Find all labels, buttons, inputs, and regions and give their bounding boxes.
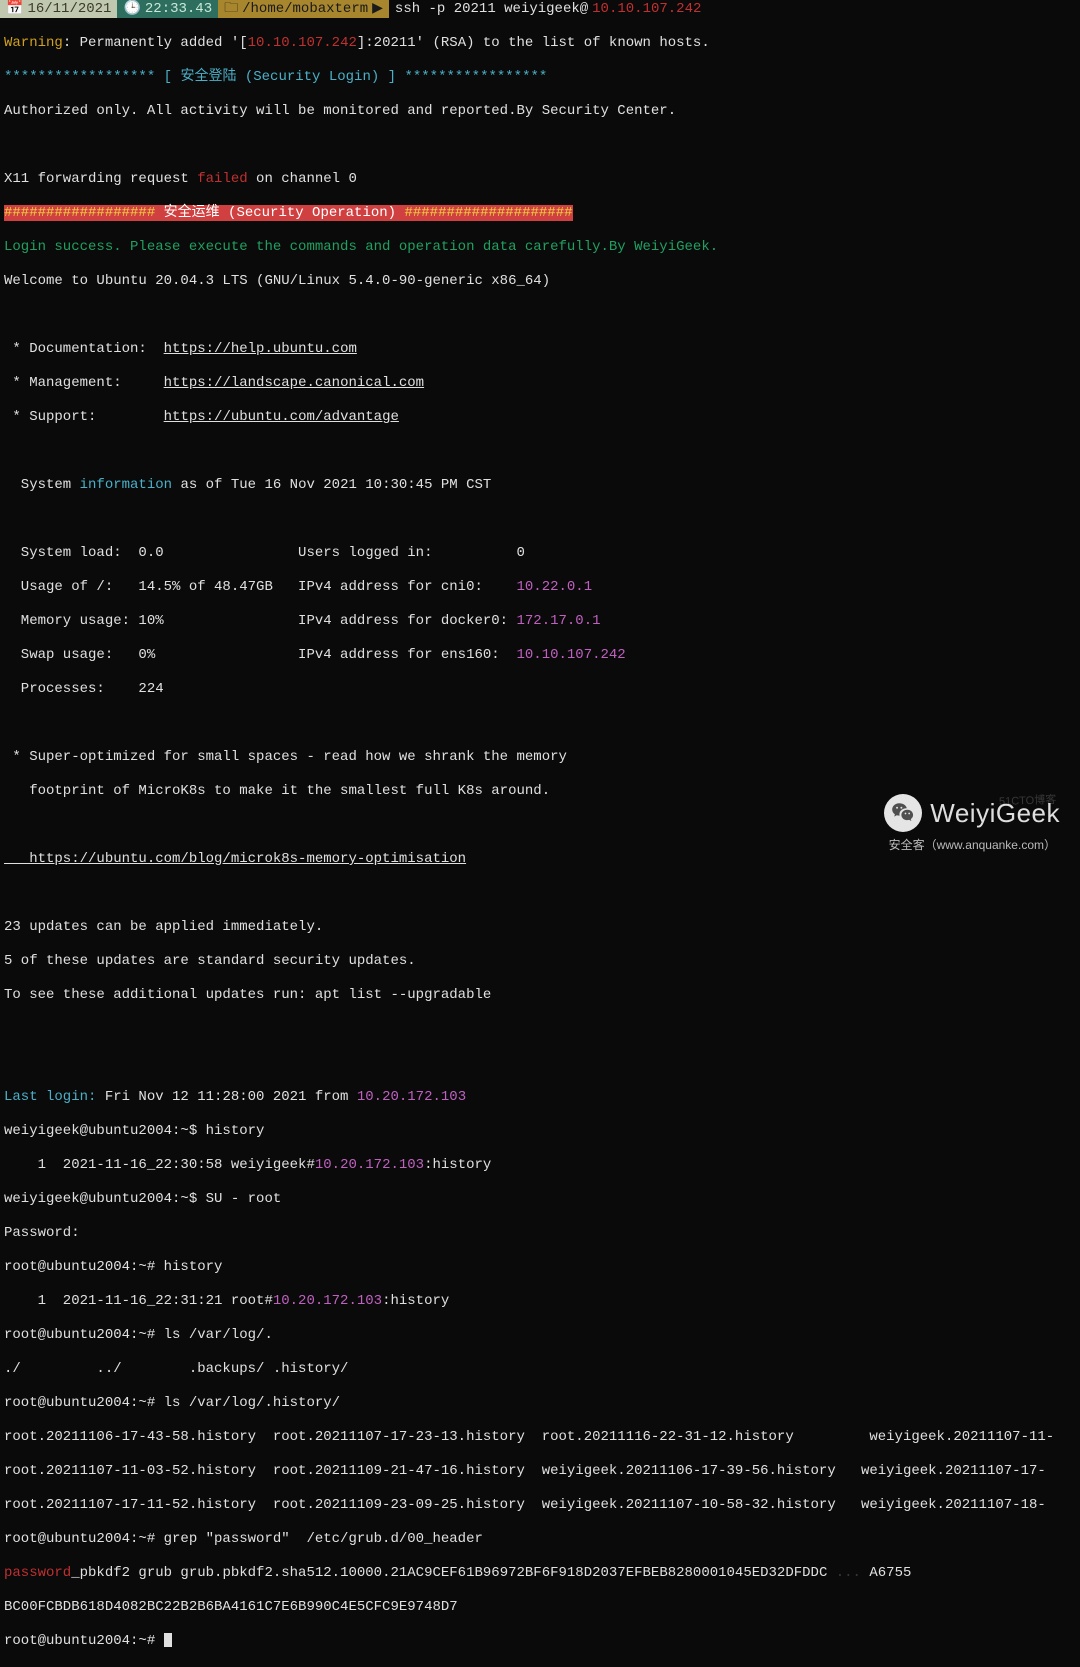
status-path: 🗀 /home/mobaxterm ▶ (218, 0, 389, 18)
hist2-pre: 1 2021-11-16_22:31:21 root# (4, 1293, 273, 1309)
ls-output2c: root.20211107-17-11-52.history root.2021… (4, 1497, 1076, 1514)
ip-cni0: 10.22.0.1 (516, 579, 592, 595)
status-time: 🕒 22:33.43 (117, 0, 218, 18)
x11-pre: X11 forwarding request (4, 171, 197, 187)
hist1-pre: 1 2021-11-16_22:30:58 weiyigeek# (4, 1157, 315, 1173)
hist1-post: :history (424, 1157, 491, 1173)
sys-swap: Swap usage: 0% IPv4 address for ens160: (4, 647, 516, 663)
sysinfo-post: as of Tue 16 Nov 2021 10:30:45 PM CST (172, 477, 491, 493)
welcome-line: Welcome to Ubuntu 20.04.3 LTS (GNU/Linux… (4, 273, 1076, 290)
sup-label: * Support: (4, 409, 164, 425)
prompt-history1: weiyigeek@ubuntu2004:~$ history (4, 1123, 1076, 1140)
doc-label: * Documentation: (4, 341, 164, 357)
prompt-grep: root@ubuntu2004:~# grep "password" /etc/… (4, 1531, 1076, 1548)
x11-failed: failed (197, 171, 247, 187)
upd-l1: 23 updates can be applied immediately. (4, 919, 1076, 936)
sys-load: System load: 0.0 Users logged in: 0 (4, 545, 1076, 562)
grub-l1b: A6755 (869, 1565, 911, 1581)
folder-icon: 🗀 (224, 1, 238, 18)
login-success: Login success. Please execute the comman… (4, 239, 1076, 256)
status-date-value: 16/11/2021 (27, 1, 111, 18)
secop-h2: #################### (404, 205, 572, 221)
watermark-text: WeiyiGeek (930, 805, 1060, 822)
banner-stars2: ***************** (404, 69, 547, 85)
mgmt-link[interactable]: https://landscape.canonical.com (164, 375, 424, 391)
ip-docker0: 172.17.0.1 (516, 613, 600, 629)
warning-text1: : Permanently added '[ (63, 35, 248, 51)
doc-link[interactable]: https://help.ubuntu.com (164, 341, 357, 357)
prompt-su: weiyigeek@ubuntu2004:~$ SU - root (4, 1191, 1076, 1208)
status-bar: 📅 16/11/2021 🕒 22:33.43 🗀 /home/mobaxter… (0, 0, 1080, 18)
banner-label: [ 安全登陆 (Security Login) ] (155, 69, 404, 85)
status-time-value: 22:33.43 (145, 1, 212, 18)
sys-proc: Processes: 224 (4, 681, 1076, 698)
prompt-ls2: root@ubuntu2004:~# ls /var/log/.history/ (4, 1395, 1076, 1412)
mk8s-l1: * Super-optimized for small spaces - rea… (4, 749, 1076, 766)
x11-post: on channel 0 (248, 171, 357, 187)
warning-text2: ]:20211' (RSA) to the list of known host… (357, 35, 710, 51)
upd-l2: 5 of these updates are standard security… (4, 953, 1076, 970)
ls-output2b: root.20211107-11-03-52.history root.2021… (4, 1463, 1076, 1480)
secop-h1: ################## (4, 205, 155, 221)
sup-link[interactable]: https://ubuntu.com/advantage (164, 409, 399, 425)
grub-l2: BC00FCBDB618D4082BC22B2B6BA4161C7E6B990C… (4, 1599, 1076, 1616)
prompt-ls1: root@ubuntu2004:~# ls /var/log/. (4, 1327, 1076, 1344)
warning-label: Warning (4, 35, 63, 51)
hist2-post: :history (382, 1293, 449, 1309)
grub-l1a: _pbkdf2 grub grub.pbkdf2.sha512.10000.21… (71, 1565, 827, 1581)
hist2-ip: 10.20.172.103 (273, 1293, 382, 1309)
ls-output1: ./ ../ .backups/ .history/ (4, 1361, 1076, 1378)
ssh-command: ssh -p 20211 weiyigeek@ (395, 1, 588, 18)
mgmt-label: * Management: (4, 375, 164, 391)
lastlogin-ip: 10.20.172.103 (357, 1089, 466, 1105)
prompt-idle[interactable]: root@ubuntu2004:~# (4, 1633, 164, 1649)
grep-match: password (4, 1565, 71, 1581)
auth-line: Authorized only. All activity will be mo… (4, 103, 1076, 120)
cursor (164, 1633, 172, 1647)
chevron-right-icon: ▶ (372, 1, 383, 18)
hist1-ip: 10.20.172.103 (315, 1157, 424, 1173)
sys-mem: Memory usage: 10% IPv4 address for docke… (4, 613, 516, 629)
watermark-anquanke: 安全客（www.anquanke.com） (889, 837, 1056, 854)
warning-ip: 10.10.107.242 (248, 35, 357, 51)
ssh-ip: 10.10.107.242 (592, 1, 701, 18)
watermark-brand: WeiyiGeek (884, 794, 1060, 832)
password-prompt: Password: (4, 1225, 1076, 1242)
clock-icon: 🕒 (123, 1, 140, 18)
status-path-value: /home/mobaxterm (242, 1, 368, 18)
upd-l3: To see these additional updates run: apt… (4, 987, 1076, 1004)
banner-stars1: ****************** (4, 69, 155, 85)
status-date: 📅 16/11/2021 (0, 0, 117, 18)
status-command[interactable]: ssh -p 20211 weiyigeek@10.10.107.242 (389, 0, 1080, 18)
prompt-history2: root@ubuntu2004:~# history (4, 1259, 1076, 1276)
calendar-icon: 📅 (6, 1, 23, 18)
sysinfo-word: information (80, 477, 172, 493)
ip-ens160: 10.10.107.242 (516, 647, 625, 663)
sys-usage: Usage of /: 14.5% of 48.47GB IPv4 addres… (4, 579, 516, 595)
secop-label: 安全运维 (Security Operation) (155, 205, 404, 221)
sysinfo-pre: System (4, 477, 80, 493)
ls-output2a: root.20211106-17-43-58.history root.2021… (4, 1429, 1076, 1446)
lastlogin-label: Last login: (4, 1089, 96, 1105)
lastlogin-mid: Fri Nov 12 11:28:00 2021 from (96, 1089, 356, 1105)
wechat-icon (884, 794, 922, 832)
